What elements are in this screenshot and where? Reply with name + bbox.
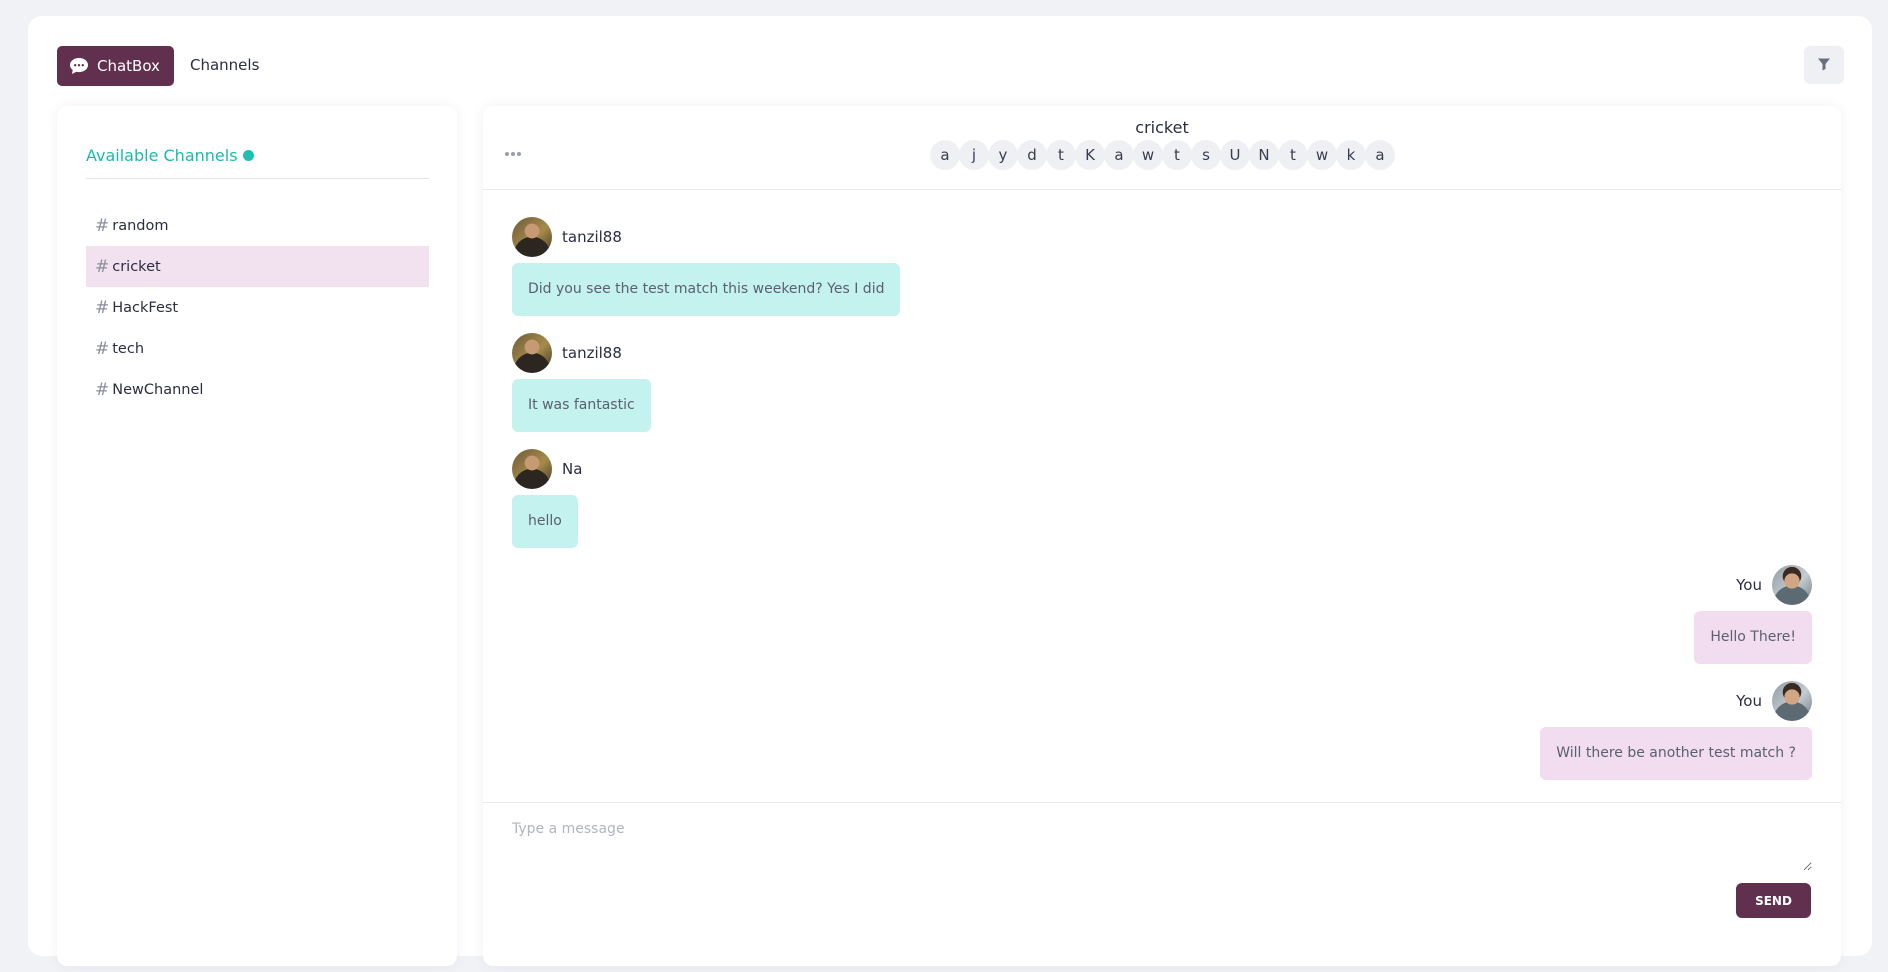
- sidebar-item-tech[interactable]: # tech: [86, 328, 429, 369]
- member-avatars: a j y d t K a w t s U N t w k a: [483, 140, 1841, 170]
- channel-list: # random # cricket # HackFest # tech # N…: [86, 205, 429, 410]
- app-shell: ChatBox Channels Available Channels # ra…: [28, 16, 1872, 966]
- message-bubble: It was fantastic: [512, 379, 651, 432]
- member-avatar[interactable]: t: [1046, 140, 1076, 170]
- author-name: tanzil88: [562, 228, 622, 246]
- member-avatar[interactable]: w: [1307, 140, 1337, 170]
- chat-header: cricket a j y d t K a w t s U N t w k a: [483, 106, 1841, 190]
- send-button[interactable]: SEND: [1736, 883, 1811, 918]
- sidebar-item-random[interactable]: # random: [86, 205, 429, 246]
- message-composer: SEND: [483, 802, 1841, 972]
- message-author: Na: [512, 449, 582, 489]
- sidebar-title-text: Available Channels: [86, 146, 238, 165]
- message-author: tanzil88: [512, 217, 900, 257]
- channels-nav-link[interactable]: Channels: [190, 56, 259, 74]
- channel-label: tech: [112, 340, 145, 357]
- message-bubble: hello: [512, 495, 578, 548]
- author-name: Na: [562, 460, 583, 478]
- filter-icon: [1817, 56, 1831, 75]
- member-avatar[interactable]: k: [1336, 140, 1366, 170]
- chat-bubble-icon: [69, 57, 89, 75]
- avatar: [512, 333, 552, 373]
- message-item-self: You Hello There!: [1694, 565, 1812, 664]
- hash-icon: #: [95, 338, 110, 359]
- hash-icon: #: [95, 297, 110, 318]
- channel-label: NewChannel: [112, 381, 204, 398]
- message-item: tanzil88 It was fantastic: [512, 333, 651, 432]
- message-bubble: Hello There!: [1694, 611, 1812, 664]
- chatbox-label: ChatBox: [97, 57, 160, 75]
- message-bubble: Will there be another test match ?: [1540, 727, 1812, 780]
- hash-icon: #: [95, 379, 110, 400]
- author-name: tanzil88: [562, 344, 622, 362]
- chatbox-nav-button[interactable]: ChatBox: [57, 46, 174, 86]
- member-avatar[interactable]: d: [1017, 140, 1047, 170]
- message-input[interactable]: [512, 821, 1812, 871]
- sidebar-item-newchannel[interactable]: # NewChannel: [86, 369, 429, 410]
- channel-label: random: [112, 217, 169, 234]
- message-author: tanzil88: [512, 333, 651, 373]
- message-item: tanzil88 Did you see the test match this…: [512, 217, 901, 316]
- member-avatar[interactable]: t: [1162, 140, 1192, 170]
- avatar: [512, 217, 552, 257]
- hash-icon: #: [95, 215, 110, 236]
- channels-sidebar: Available Channels # random # cricket # …: [57, 106, 457, 966]
- channel-title: cricket: [1135, 118, 1189, 137]
- avatar: [1772, 565, 1812, 605]
- filter-button[interactable]: [1804, 46, 1844, 84]
- member-avatar[interactable]: y: [988, 140, 1018, 170]
- member-avatar[interactable]: t: [1278, 140, 1308, 170]
- message-bubble: Did you see the test match this weekend?…: [512, 263, 901, 316]
- member-avatar[interactable]: a: [1365, 140, 1395, 170]
- member-avatar[interactable]: s: [1191, 140, 1221, 170]
- message-item: Na hello: [512, 449, 582, 548]
- member-avatar[interactable]: K: [1075, 140, 1105, 170]
- hash-icon: #: [95, 256, 110, 277]
- author-name: You: [1736, 692, 1762, 710]
- sidebar-item-hackfest[interactable]: # HackFest: [86, 287, 429, 328]
- member-avatar[interactable]: a: [930, 140, 960, 170]
- member-avatar[interactable]: U: [1220, 140, 1250, 170]
- avatar: [512, 449, 552, 489]
- member-avatar[interactable]: N: [1249, 140, 1279, 170]
- member-avatar[interactable]: j: [959, 140, 989, 170]
- message-author: You: [1694, 565, 1812, 605]
- member-avatar[interactable]: w: [1133, 140, 1163, 170]
- message-item-self: You Will there be another test match ?: [1540, 681, 1812, 780]
- author-name: You: [1736, 576, 1762, 594]
- member-avatar[interactable]: a: [1104, 140, 1134, 170]
- message-author: You: [1540, 681, 1812, 721]
- sidebar-divider: [86, 178, 429, 179]
- sidebar-title: Available Channels: [86, 146, 254, 165]
- channel-label: cricket: [112, 258, 161, 275]
- chat-panel: cricket a j y d t K a w t s U N t w k a: [483, 106, 1841, 966]
- online-status-dot: [242, 150, 254, 161]
- channel-label: HackFest: [112, 299, 179, 316]
- sidebar-item-cricket[interactable]: # cricket: [86, 246, 429, 287]
- avatar: [1772, 681, 1812, 721]
